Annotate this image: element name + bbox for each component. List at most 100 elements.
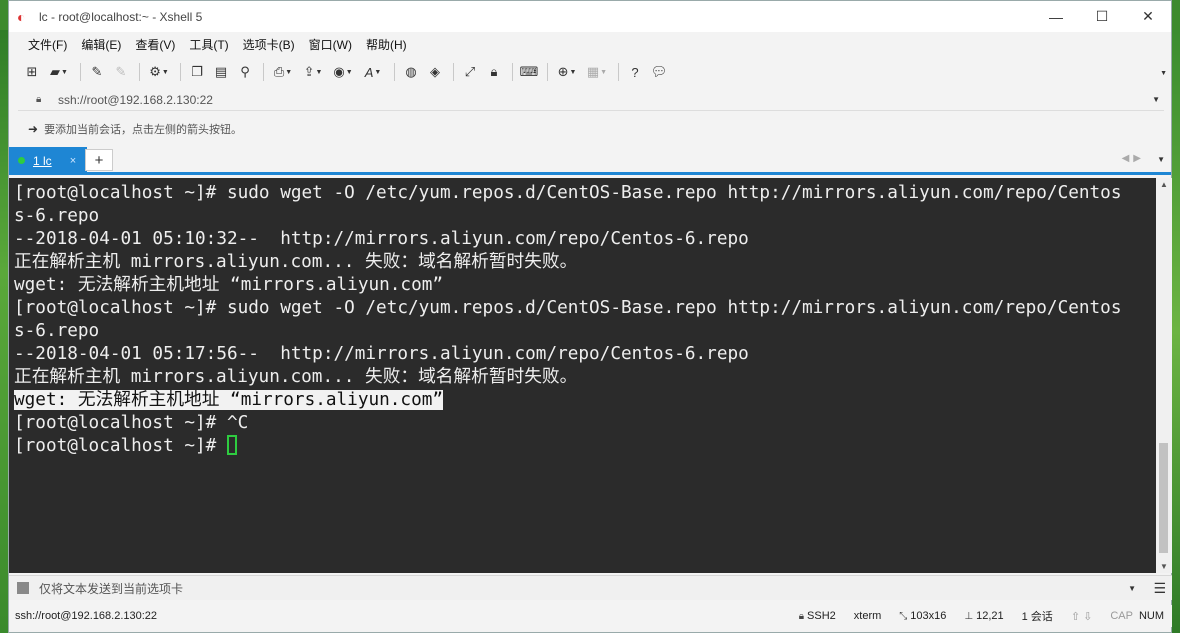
toolbar-separator bbox=[453, 63, 454, 81]
tab-menu-icon[interactable]: ▼ bbox=[1157, 155, 1165, 164]
resize-icon: ⤡ bbox=[899, 610, 908, 622]
status-terminal-type: xterm bbox=[853, 610, 882, 622]
xshell-window: ◐ lc - root@localhost:~ - Xshell 5 — ☐ ✕… bbox=[8, 0, 1172, 633]
xftp-icon[interactable]: ◍ bbox=[400, 61, 422, 83]
menu-view[interactable]: 查看(V) bbox=[128, 36, 182, 53]
lock-icon[interactable]: 🔒︎ bbox=[483, 61, 505, 83]
title-bar: ◐ lc - root@localhost:~ - Xshell 5 — ☐ ✕ bbox=[9, 1, 1171, 32]
compose-bar[interactable]: 仅将文本发送到当前选项卡 ▼ ☰ bbox=[9, 575, 1172, 600]
toolbar-separator bbox=[139, 63, 140, 81]
xshell-logo-icon: ◐ bbox=[17, 8, 26, 25]
window-title: lc - root@localhost:~ - Xshell 5 bbox=[39, 9, 203, 24]
padlock-icon: 🔒︎ bbox=[798, 610, 805, 622]
menu-tabs[interactable]: 选项卡(B) bbox=[236, 36, 302, 53]
address-dropdown-icon[interactable]: ▼ bbox=[1152, 95, 1160, 104]
terminal-cursor bbox=[226, 435, 237, 455]
add-icon[interactable]: ⊕ ▼ bbox=[553, 61, 581, 83]
toolbar-separator bbox=[394, 63, 395, 81]
window-controls: — ☐ ✕ bbox=[1033, 1, 1171, 32]
toolbar-separator bbox=[618, 63, 619, 81]
cursor-position-text: 12,21 bbox=[976, 610, 1004, 622]
toolbar-separator bbox=[263, 63, 264, 81]
terminal-line: [root@localhost ~]# sudo wget -O /etc/yu… bbox=[14, 298, 1122, 318]
tab-lc[interactable]: 1 lc × bbox=[9, 147, 87, 174]
status-size: ⤡ 103x16 bbox=[899, 610, 946, 622]
minimize-button[interactable]: — bbox=[1033, 1, 1079, 32]
open-folder-icon[interactable]: ▰ ▼ bbox=[45, 61, 73, 83]
keyboard-icon[interactable]: ⌨ bbox=[518, 61, 540, 83]
new-tab-button[interactable]: + bbox=[85, 149, 113, 171]
status-bar: ssh://root@192.168.2.130:22 🔒︎ SSH2 xterm… bbox=[9, 605, 1172, 627]
new-session-icon[interactable]: ⊞ bbox=[21, 61, 43, 83]
terminal-line: s-6.repo bbox=[14, 206, 100, 226]
padlock-icon: 🔒︎ bbox=[36, 94, 42, 105]
status-caps: CAP bbox=[1110, 610, 1133, 622]
font-icon[interactable]: A ▼ bbox=[359, 61, 387, 83]
menu-bar: 文件(F) 编辑(E) 查看(V) 工具(T) 选项卡(B) 窗口(W) 帮助(… bbox=[9, 32, 1171, 56]
find-icon[interactable]: ⚲ bbox=[234, 61, 256, 83]
toolbar-separator bbox=[80, 63, 81, 81]
compose-dropdown-icon[interactable]: ▼ bbox=[1128, 584, 1136, 593]
script-icon[interactable]: ◈ bbox=[424, 61, 446, 83]
terminal-line: wget: 无法解析主机地址 “mirrors.aliyun.com” bbox=[14, 275, 444, 295]
paste-icon[interactable]: ▤ bbox=[210, 61, 232, 83]
fullscreen-icon[interactable]: ⤢ bbox=[459, 61, 481, 83]
terminal-prompt-line: [root@localhost ~]# bbox=[14, 435, 1156, 458]
terminal-scrollbar[interactable]: ▲ ▼ bbox=[1156, 178, 1172, 573]
scrollbar-thumb[interactable] bbox=[1159, 443, 1168, 553]
status-arrows-icon: ⇧ ⇩ bbox=[1070, 610, 1093, 623]
toolbar-overflow-icon[interactable]: ▼ bbox=[1160, 70, 1167, 77]
tab-close-icon[interactable]: × bbox=[70, 155, 76, 167]
terminal-line: s-6.repo bbox=[14, 321, 100, 341]
terminal-line: --2018-04-01 05:17:56-- http://mirrors.a… bbox=[14, 344, 749, 364]
terminal-line: 正在解析主机 mirrors.aliyun.com... 失败：域名解析暂时失败… bbox=[14, 367, 578, 387]
globe-icon[interactable]: ◉ ▼ bbox=[329, 61, 357, 83]
tab-scroll-arrows-icon[interactable]: ◀▶ bbox=[1122, 153, 1145, 164]
status-cursor-position: ⊥ 12,21 bbox=[964, 610, 1003, 622]
address-input[interactable]: ssh://root@192.168.2.130:22 bbox=[58, 93, 213, 107]
menu-help[interactable]: 帮助(H) bbox=[359, 36, 414, 53]
terminal-view[interactable]: [root@localhost ~]# sudo wget -O /etc/yu… bbox=[9, 178, 1156, 573]
scroll-up-icon[interactable]: ▲ bbox=[1160, 180, 1168, 189]
compose-icon bbox=[17, 582, 29, 594]
transfer-icon[interactable]: ⇪ ▼ bbox=[299, 61, 327, 83]
toolbar-separator bbox=[547, 63, 548, 81]
compose-menu-icon[interactable]: ☰ bbox=[1153, 580, 1166, 597]
maximize-button[interactable]: ☐ bbox=[1079, 1, 1125, 32]
tab-label: 1 lc bbox=[33, 153, 52, 168]
cursor-position-icon: ⊥ bbox=[964, 610, 974, 622]
status-sessions: 1 会话 bbox=[1021, 611, 1053, 623]
address-bar[interactable]: 🔒︎ ssh://root@192.168.2.130:22 ▼ bbox=[18, 89, 1164, 111]
tab-bar: 1 lc × + ◀▶ ▼ bbox=[9, 147, 1171, 175]
terminal-line: [root@localhost ~]# sudo wget -O /etc/yu… bbox=[14, 183, 1122, 203]
hint-text: 要添加当前会话，点击左侧的箭头按钮。 bbox=[44, 124, 243, 136]
terminal-line: 正在解析主机 mirrors.aliyun.com... 失败：域名解析暂时失败… bbox=[14, 252, 578, 272]
scroll-down-icon[interactable]: ▼ bbox=[1160, 562, 1168, 571]
help-icon[interactable]: ? bbox=[624, 61, 646, 83]
chat-icon[interactable]: 💬︎ bbox=[648, 61, 670, 83]
size-text: 103x16 bbox=[910, 610, 947, 622]
terminal-line: [root@localhost ~]# ^C bbox=[14, 413, 249, 433]
terminal-line: --2018-04-01 05:10:32-- http://mirrors.a… bbox=[14, 229, 749, 249]
add-session-arrow-icon[interactable]: ➜ bbox=[28, 122, 38, 136]
copy-icon[interactable]: ❐ bbox=[186, 61, 208, 83]
compose-input[interactable]: 仅将文本发送到当前选项卡 bbox=[39, 580, 183, 597]
status-right-group: 🔒︎ SSH2 xterm ⤡ 103x16 ⊥ 12,21 1 会话 ⇧ ⇩ CAP… bbox=[781, 608, 1164, 624]
connect-icon[interactable]: ✎ bbox=[86, 61, 108, 83]
status-num: NUM bbox=[1138, 610, 1164, 622]
session-hint-bar: ➜ 要添加当前会话，点击左侧的箭头按钮。 bbox=[18, 117, 1164, 141]
layout-icon[interactable]: ▦ ▼ bbox=[583, 61, 611, 83]
protocol-text: SSH2 bbox=[807, 610, 836, 622]
desktop-background-right bbox=[1171, 30, 1180, 633]
status-protocol: 🔒︎ SSH2 bbox=[799, 610, 836, 622]
menu-file[interactable]: 文件(F) bbox=[21, 36, 74, 53]
menu-edit[interactable]: 编辑(E) bbox=[74, 36, 128, 53]
close-button[interactable]: ✕ bbox=[1125, 1, 1171, 32]
menu-tools[interactable]: 工具(T) bbox=[182, 36, 235, 53]
connected-status-icon bbox=[18, 157, 25, 164]
disconnect-icon[interactable]: ✎ bbox=[110, 61, 132, 83]
print-icon[interactable]: ⎙ ▼ bbox=[269, 61, 297, 83]
menu-window[interactable]: 窗口(W) bbox=[302, 36, 359, 53]
properties-icon[interactable]: ⚙ ▼ bbox=[145, 61, 173, 83]
terminal-selected-line: wget: 无法解析主机地址 “mirrors.aliyun.com” bbox=[14, 389, 1156, 412]
